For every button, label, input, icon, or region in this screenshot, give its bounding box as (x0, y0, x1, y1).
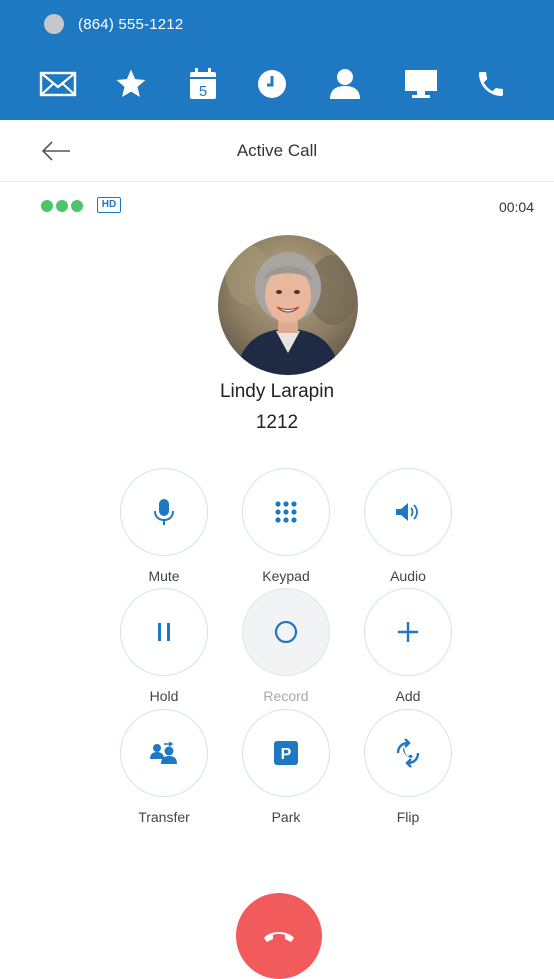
record-button[interactable] (242, 588, 330, 676)
hd-badge: HD (97, 197, 121, 213)
calendar-icon[interactable]: 5 (181, 62, 225, 106)
microphone-icon (154, 499, 174, 525)
park-button[interactable]: P (242, 709, 330, 797)
contact-name: Lindy Larapin (219, 381, 335, 402)
transfer-control: Transfer (104, 709, 224, 825)
transfer-button[interactable] (120, 709, 208, 797)
flip-control: Flip (348, 709, 468, 825)
top-header: (864) 555-1212 5 (0, 0, 554, 120)
add-control: Add (348, 588, 468, 704)
signal-dot (41, 200, 53, 212)
flip-label: Flip (396, 809, 420, 825)
park-icon: P (274, 741, 298, 765)
mail-icon[interactable] (36, 62, 80, 106)
keypad-icon (275, 501, 297, 523)
park-label: Park (271, 809, 301, 825)
hangup-button[interactable] (236, 893, 322, 979)
hold-control: Hold (104, 588, 224, 704)
main-nav: 5 (0, 62, 554, 106)
keypad-button[interactable] (242, 468, 330, 556)
user-phone-number: (864) 555-1212 (78, 15, 184, 33)
park-control: P Park (226, 709, 346, 825)
record-control: Record (226, 588, 346, 704)
call-quality-indicator (41, 200, 83, 212)
add-label: Add (395, 688, 421, 704)
star-icon[interactable] (109, 62, 153, 106)
add-call-button[interactable] (364, 588, 452, 676)
page-title: Active Call (236, 141, 318, 160)
mute-control: Mute (104, 468, 224, 584)
clock-icon[interactable] (250, 62, 294, 106)
record-label: Record (263, 688, 309, 704)
status-row: (864) 555-1212 (0, 0, 554, 48)
hold-label: Hold (149, 688, 179, 704)
audio-control: Audio (348, 468, 468, 584)
mute-button[interactable] (120, 468, 208, 556)
transfer-label: Transfer (138, 809, 190, 825)
presence-status-dot[interactable] (44, 14, 64, 34)
phone-icon[interactable] (469, 62, 513, 106)
desktop-icon[interactable] (399, 62, 443, 106)
title-bar: Active Call (0, 120, 554, 182)
mute-label: Mute (148, 568, 180, 584)
flip-button[interactable] (364, 709, 452, 797)
pause-icon (158, 623, 170, 641)
transfer-icon (150, 742, 177, 764)
signal-dot (56, 200, 68, 212)
hangup-icon (264, 932, 294, 942)
call-timer: 00:04 (498, 199, 534, 215)
hold-button[interactable] (120, 588, 208, 676)
signal-dot (71, 200, 83, 212)
audio-button[interactable] (364, 468, 452, 556)
keypad-control: Keypad (226, 468, 346, 584)
plus-icon (398, 622, 418, 642)
flip-icon (396, 738, 420, 768)
calendar-day-text: 5 (199, 83, 207, 100)
record-circle-icon (274, 620, 298, 644)
park-icon-letter: P (281, 746, 292, 763)
keypad-label: Keypad (262, 568, 310, 584)
speaker-icon (396, 503, 418, 521)
contact-extension: 1212 (255, 412, 299, 433)
contact-icon[interactable] (323, 62, 367, 106)
contact-avatar (218, 235, 358, 375)
audio-label: Audio (390, 568, 426, 584)
